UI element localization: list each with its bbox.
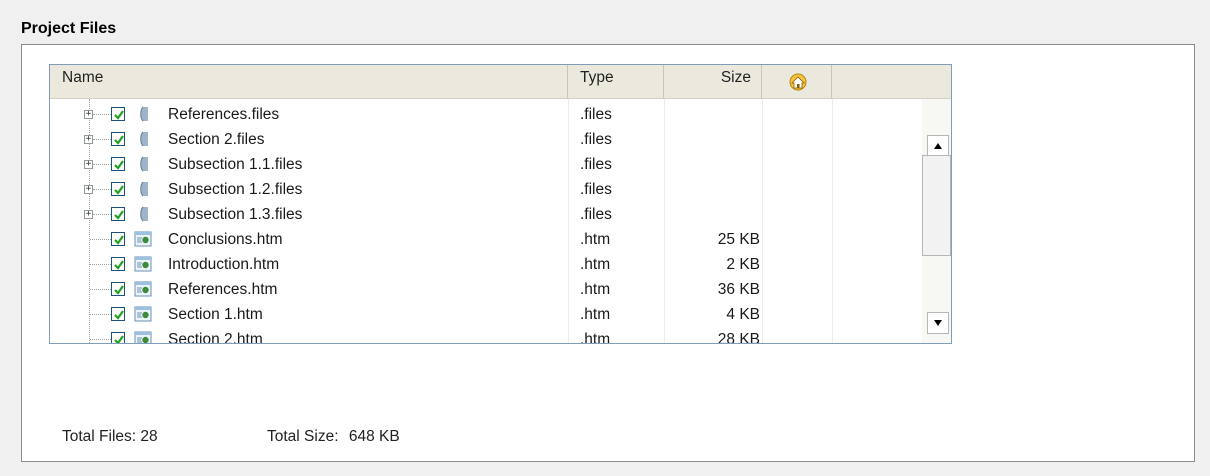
file-size: 4 KB	[726, 306, 760, 323]
expand-toggle[interactable]: +	[84, 160, 93, 169]
include-checkbox[interactable]	[111, 132, 125, 146]
check-icon	[114, 110, 124, 120]
files-folder-icon	[140, 106, 148, 122]
expand-toggle[interactable]: +	[84, 210, 93, 219]
total-files-value: 28	[140, 428, 158, 445]
file-type: .htm	[580, 231, 611, 248]
include-checkbox[interactable]	[111, 107, 125, 121]
total-size: Total Size: 648 KB	[267, 428, 400, 446]
include-checkbox[interactable]	[111, 332, 125, 343]
list-item[interactable]: + Subsection 1.3.files .files	[50, 202, 922, 227]
file-name: Introduction.htm	[168, 256, 280, 273]
file-type: .htm	[580, 281, 611, 298]
list-header: Name Type Size	[50, 65, 951, 99]
file-size: 2 KB	[726, 256, 760, 273]
check-icon	[114, 160, 124, 170]
arrow-up-icon	[934, 143, 942, 149]
scroll-thumb[interactable]	[922, 155, 951, 256]
file-type: .files	[580, 206, 612, 223]
file-type: .files	[580, 106, 612, 123]
file-name: Subsection 1.2.files	[168, 181, 303, 198]
file-list[interactable]: Name Type Size + References.files .files + S…	[49, 64, 952, 344]
check-icon	[114, 210, 124, 220]
check-icon	[114, 285, 124, 295]
file-name: Section 2.files	[168, 131, 265, 148]
column-header-home[interactable]	[762, 65, 832, 99]
files-folder-icon	[140, 131, 148, 147]
file-size: 25 KB	[717, 231, 760, 248]
htm-file-icon	[134, 256, 152, 272]
vertical-scrollbar[interactable]	[922, 99, 951, 343]
file-name: References.files	[168, 106, 280, 123]
file-rows: + References.files .files + Section 2.files.…	[50, 99, 922, 344]
file-type: .files	[580, 131, 612, 148]
include-checkbox[interactable]	[111, 232, 125, 246]
check-icon	[114, 185, 124, 195]
list-item[interactable]: References.htm .htm 36 KB	[50, 277, 922, 302]
column-header-name[interactable]: Name	[50, 65, 568, 99]
column-header-size[interactable]: Size	[664, 65, 762, 99]
list-item[interactable]: Section 2.htm .htm 28 KB	[50, 327, 922, 344]
include-checkbox[interactable]	[111, 157, 125, 171]
include-checkbox[interactable]	[111, 182, 125, 196]
check-icon	[114, 310, 124, 320]
file-name: Subsection 1.1.files	[168, 156, 303, 173]
htm-file-icon	[134, 281, 152, 297]
file-type: .files	[580, 181, 612, 198]
htm-file-icon	[134, 231, 152, 247]
include-checkbox[interactable]	[111, 207, 125, 221]
column-header-type[interactable]: Type	[568, 65, 664, 99]
list-item[interactable]: + Subsection 1.1.files .files	[50, 152, 922, 177]
list-item[interactable]: + Subsection 1.2.files .files	[50, 177, 922, 202]
files-folder-icon	[140, 181, 148, 197]
expand-toggle[interactable]: +	[84, 185, 93, 194]
total-files-label: Total Files:	[62, 428, 137, 445]
check-icon	[114, 335, 124, 343]
expand-toggle[interactable]: +	[84, 110, 93, 119]
file-size: 28 KB	[717, 331, 760, 344]
htm-file-icon	[134, 331, 152, 343]
include-checkbox[interactable]	[111, 282, 125, 296]
check-icon	[114, 235, 124, 245]
home-folder-icon	[789, 73, 807, 91]
file-name: Section 1.htm	[168, 306, 263, 323]
include-checkbox[interactable]	[111, 257, 125, 271]
files-folder-icon	[140, 156, 148, 172]
expand-toggle[interactable]: +	[84, 135, 93, 144]
list-item[interactable]: Introduction.htm .htm 2 KB	[50, 252, 922, 277]
section-title: Project Files	[21, 20, 117, 37]
scroll-down-button[interactable]	[927, 312, 949, 334]
check-icon	[114, 260, 124, 270]
total-size-value: 648 KB	[348, 428, 400, 445]
total-size-label: Total Size:	[267, 428, 339, 445]
list-item[interactable]: + References.files .files	[50, 102, 922, 127]
list-item[interactable]: + Section 2.files .files	[50, 127, 922, 152]
file-type: .htm	[580, 256, 611, 273]
files-folder-icon	[140, 206, 148, 222]
file-name: Conclusions.htm	[168, 231, 283, 248]
file-type: .htm	[580, 306, 611, 323]
file-name: Subsection 1.3.files	[168, 206, 303, 223]
file-name: Section 2.htm	[168, 331, 263, 344]
include-checkbox[interactable]	[111, 307, 125, 321]
list-item[interactable]: Conclusions.htm .htm 25 KB	[50, 227, 922, 252]
total-files: Total Files: 28	[62, 428, 158, 446]
file-type: .htm	[580, 331, 611, 344]
list-item[interactable]: Section 1.htm .htm 4 KB	[50, 302, 922, 327]
htm-file-icon	[134, 306, 152, 322]
file-name: References.htm	[168, 281, 278, 298]
arrow-down-icon	[934, 320, 942, 326]
file-type: .files	[580, 156, 612, 173]
file-size: 36 KB	[717, 281, 760, 298]
scroll-up-button[interactable]	[927, 135, 949, 157]
column-header-empty	[832, 65, 951, 99]
check-icon	[114, 135, 124, 145]
